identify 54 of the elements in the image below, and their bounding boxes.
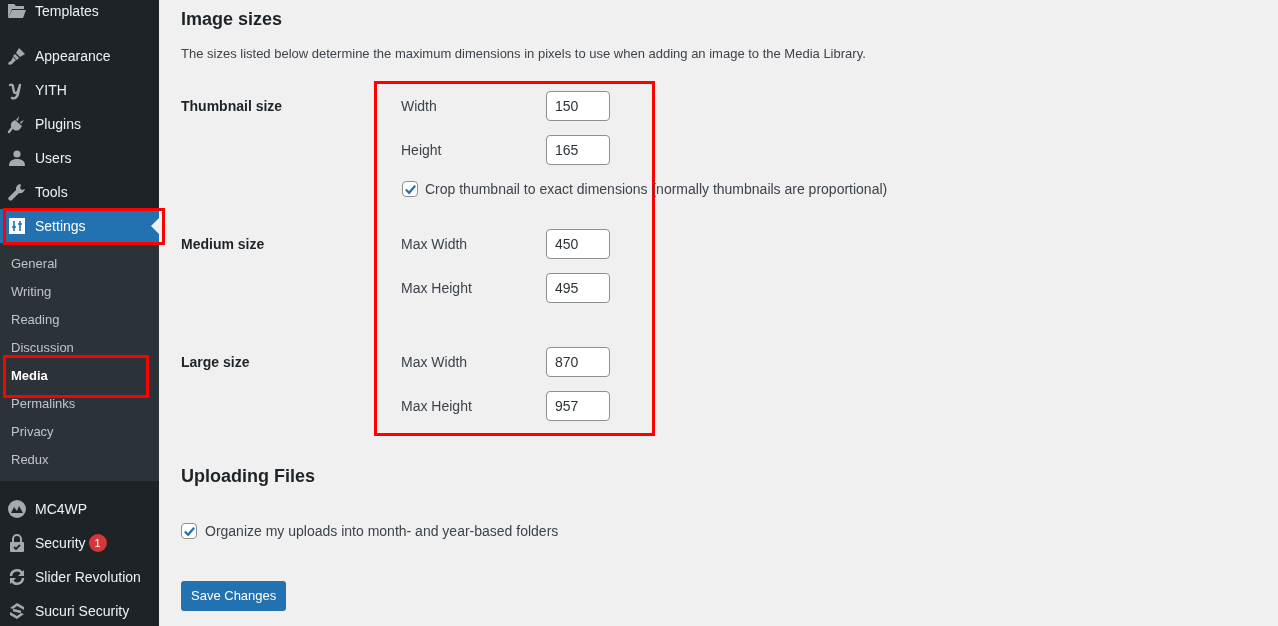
submenu-item[interactable]: Redux (0, 446, 159, 474)
s-arrows-icon (7, 601, 27, 621)
menu-item[interactable]: Security 1 (0, 526, 159, 560)
field-label: Max Height (401, 278, 473, 298)
sliders-icon (7, 216, 27, 236)
number-input[interactable]: 150 (546, 91, 610, 121)
number-input[interactable]: 450 (546, 229, 610, 259)
field-label: Width (401, 96, 438, 116)
field-label: Height (401, 140, 443, 160)
submenu-item[interactable]: Reading (0, 306, 159, 334)
menu-item[interactable]: Tools (0, 175, 159, 209)
field-label: Max Height (401, 396, 473, 416)
number-input[interactable]: 957 (546, 391, 610, 421)
submenu-item[interactable]: General (0, 250, 159, 278)
checkmark-icon (403, 182, 417, 196)
menu-item[interactable]: Plugins (0, 107, 159, 141)
menu-item[interactable]: Sucuri Security (0, 594, 159, 626)
mountain-badge-icon (7, 499, 27, 519)
row-label: Thumbnail size (181, 97, 284, 116)
padlock-icon (7, 533, 27, 553)
wrench-icon (7, 182, 27, 202)
field-label: Max Width (401, 234, 469, 254)
plug-icon (7, 114, 27, 134)
circular-arrows-icon (7, 567, 27, 587)
submenu-item[interactable]: Writing (0, 278, 159, 306)
section-description: The sizes listed below determine the maximum dimensions in pixels to use when adding an image to the Media Library. (181, 45, 867, 63)
checkmark-icon (182, 524, 196, 538)
number-input[interactable]: 495 (546, 273, 610, 303)
checkbox[interactable] (402, 181, 418, 197)
menu-item[interactable]: MC4WP (0, 492, 159, 526)
user-icon (7, 148, 27, 168)
row-label: Large size (181, 353, 251, 372)
section-heading: Uploading Files (181, 465, 316, 488)
number-input[interactable]: 870 (546, 347, 610, 377)
checkbox-label: Organize my uploads into month- and year-based folders (205, 521, 559, 541)
notification-badge: 1 (88, 534, 107, 552)
section-heading: Image sizes (181, 8, 284, 31)
menu-item[interactable]: Slider Revolution (0, 560, 159, 594)
submenu-item[interactable]: Media (0, 362, 159, 390)
submenu-item[interactable]: Discussion (0, 334, 159, 362)
number-input[interactable]: 165 (546, 135, 610, 165)
checkbox[interactable] (181, 523, 197, 539)
menu-item[interactable]: Users (0, 141, 159, 175)
submenu-item[interactable]: Privacy (0, 418, 159, 446)
menu-item[interactable]: Appearance (0, 39, 159, 73)
menu-item[interactable]: Settings (0, 209, 159, 243)
row-label: Medium size (181, 235, 266, 254)
submenu-item[interactable]: Permalinks (0, 390, 159, 418)
save-button[interactable]: Save Changes (181, 581, 287, 611)
field-label: Max Width (401, 352, 469, 372)
folder-icon (7, 1, 27, 21)
paintbrush-icon (7, 46, 27, 66)
menu-item[interactable]: Templates (0, 0, 159, 28)
menu-item[interactable]: YITH (0, 73, 159, 107)
